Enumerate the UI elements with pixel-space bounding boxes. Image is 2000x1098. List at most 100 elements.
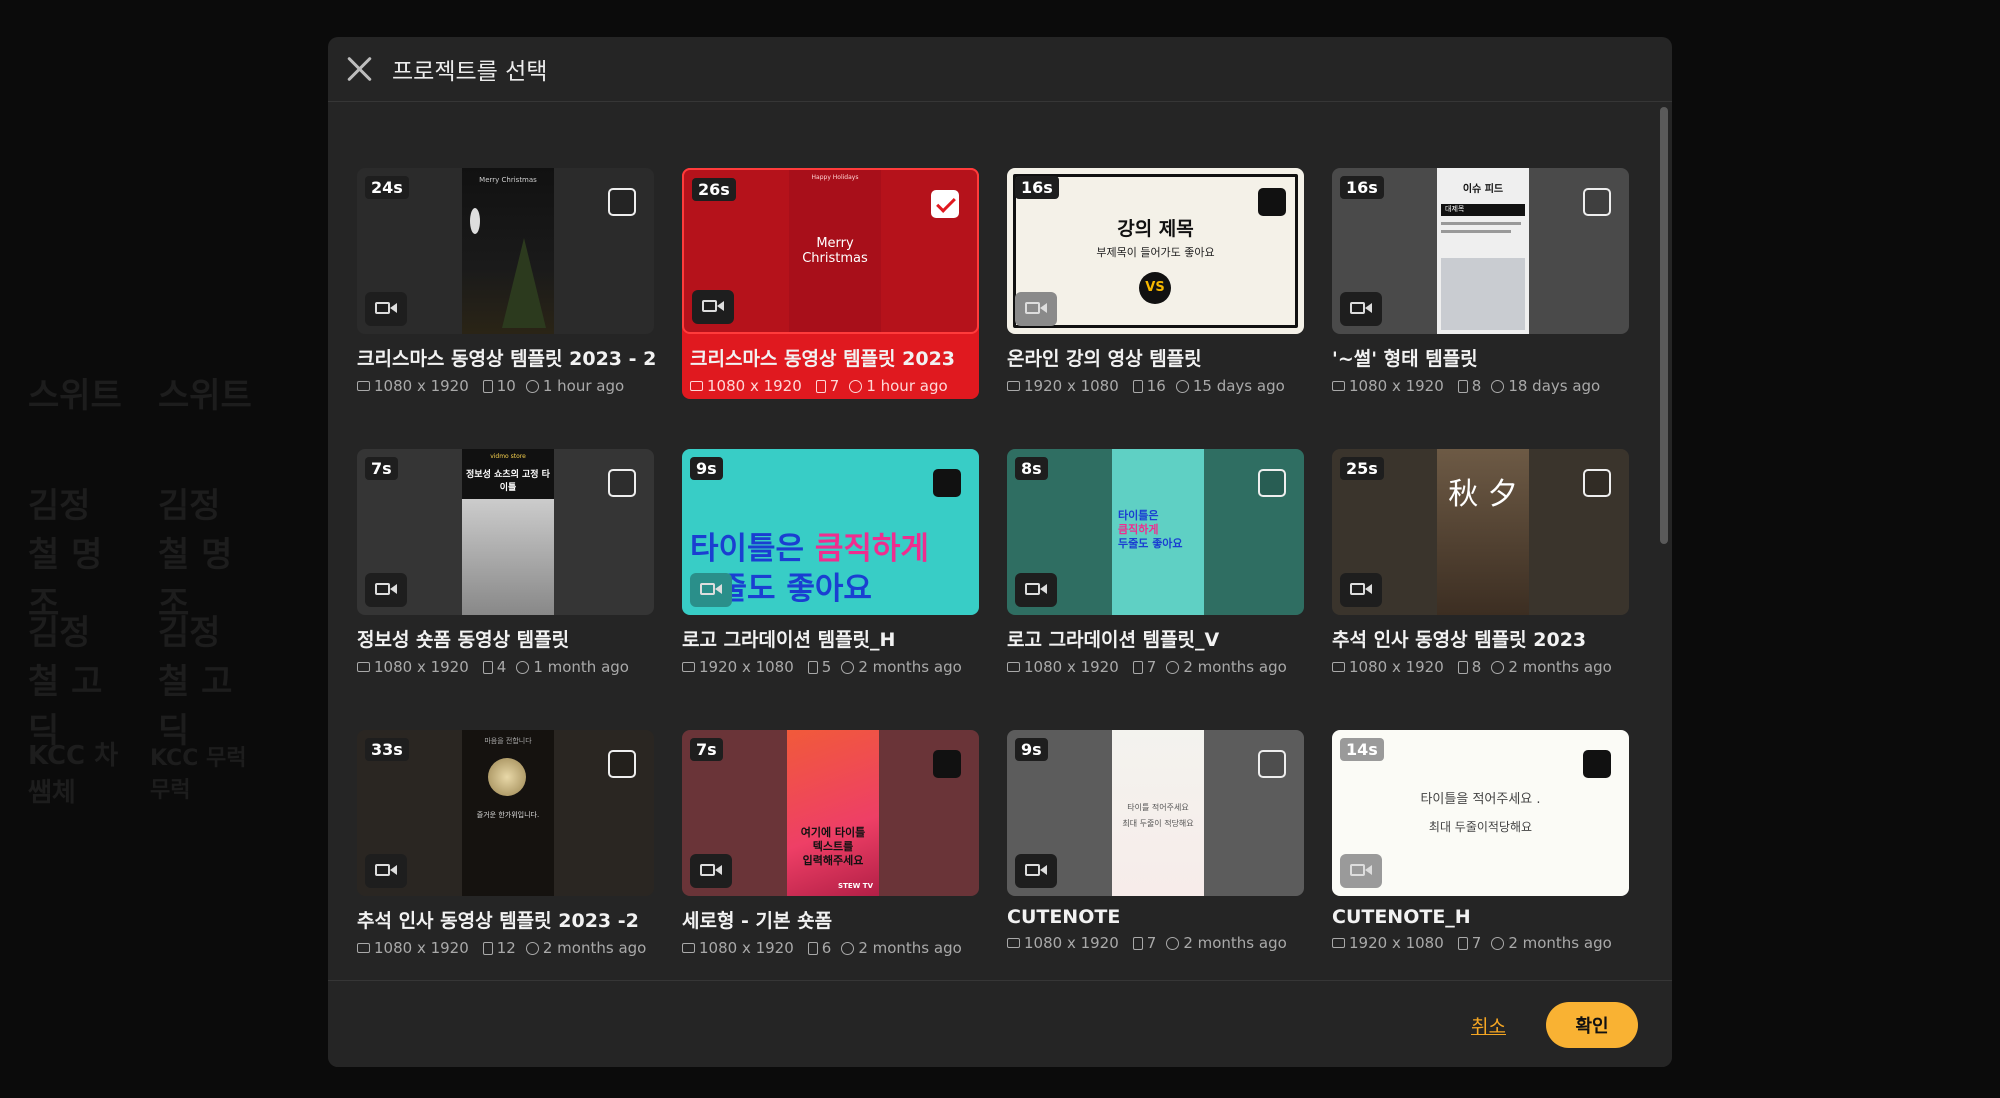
- clock-icon: [841, 941, 855, 955]
- project-updated: 18 days ago: [1508, 377, 1601, 395]
- project-name: '~썰' 형태 템플릿: [1332, 348, 1478, 370]
- project-list[interactable]: Merry Christmas 24s 크리스마스 동영상 템플릿 2023 -…: [328, 102, 1658, 980]
- project-name: 추석 인사 동영상 템플릿 2023 -2: [357, 910, 639, 932]
- duration-badge: 24s: [365, 176, 409, 199]
- project-thumbnail[interactable]: 타이틀은 큼직하게 두줄도 좋아요 9s: [682, 449, 979, 615]
- project-thumbnail[interactable]: Happy Holidays Merry Christmas 26s: [682, 168, 979, 334]
- pages-icon: [1457, 379, 1468, 393]
- project-size: 1920 x 1080: [699, 658, 794, 676]
- project-card[interactable]: 타이틀 적어주세요 최대 두줄이 적당해요 9s CUTENOTE 1080 x…: [1007, 730, 1304, 961]
- project-name: 크리스마스 동영상 템플릿 2023 - 2: [357, 348, 657, 370]
- thumb-text: 이슈 피드: [1462, 184, 1504, 195]
- select-checkbox[interactable]: [1258, 469, 1286, 497]
- project-updated: 1 hour ago: [542, 377, 625, 395]
- thumb-text: Merry Christmas: [802, 236, 868, 266]
- video-icon: [1015, 292, 1057, 326]
- clock-icon: [516, 660, 530, 674]
- project-card-selected[interactable]: Happy Holidays Merry Christmas 26s 크리스마스…: [682, 168, 979, 399]
- video-icon: [1340, 292, 1382, 326]
- project-card[interactable]: 마음을 전합니다 즐거운 한가위입니다. 33s 추석 인사 동영상 템플릿 2…: [357, 730, 654, 961]
- project-grid: Merry Christmas 24s 크리스마스 동영상 템플릿 2023 -…: [357, 168, 1629, 961]
- project-thumbnail[interactable]: 타이틀은 큼직하게 두줄도 좋아요 8s: [1007, 449, 1304, 615]
- pages-icon: [1457, 660, 1468, 674]
- duration-badge: 7s: [690, 738, 723, 761]
- project-name: 크리스마스 동영상 템플릿 2023: [690, 348, 956, 370]
- close-icon[interactable]: [346, 55, 374, 83]
- select-checkbox[interactable]: [608, 469, 636, 497]
- cancel-button[interactable]: 취소: [1471, 1012, 1506, 1039]
- thumb-text: 타이틀 적어주세요: [1127, 803, 1189, 812]
- project-card[interactable]: 여기에 타이틀 텍스트를 입력해주세요 STEW TV 7s 세로형 - 기본 …: [682, 730, 979, 961]
- clock-icon: [525, 941, 539, 955]
- project-thumbnail[interactable]: 강의 제목 부제목이 들어가도 좋아요 VS 16s: [1007, 168, 1304, 334]
- clock-icon: [1491, 660, 1505, 674]
- project-thumbnail[interactable]: 마음을 전합니다 즐거운 한가위입니다. 33s: [357, 730, 654, 896]
- select-checkbox[interactable]: [608, 750, 636, 778]
- thumb-text: Merry Christmas: [479, 176, 537, 184]
- project-pages: 4: [496, 658, 507, 676]
- video-icon: [1015, 573, 1057, 607]
- duration-badge: 16s: [1015, 176, 1059, 199]
- thumb-text: 부제목이 들어가도 좋아요: [1096, 246, 1215, 259]
- video-icon: [1015, 854, 1057, 888]
- select-checkbox[interactable]: [933, 750, 961, 778]
- project-name: 추석 인사 동영상 템플릿 2023: [1332, 629, 1587, 651]
- project-thumbnail[interactable]: Merry Christmas 24s: [357, 168, 654, 334]
- project-pages: 16: [1146, 377, 1166, 395]
- bg-font-label: 김정철 고딕: [28, 613, 103, 751]
- thumb-text: 타이틀을 적어주세요 .: [1420, 792, 1541, 807]
- project-name: 온라인 강의 영상 템플릿: [1007, 348, 1202, 370]
- modal-header: 프로젝트를 선택: [328, 37, 1672, 102]
- project-thumbnail[interactable]: 타이틀 적어주세요 최대 두줄이 적당해요 9s: [1007, 730, 1304, 896]
- select-checkbox[interactable]: [608, 188, 636, 216]
- confirm-button[interactable]: 확인: [1546, 1002, 1638, 1048]
- project-card[interactable]: 이슈 피드 대제목 16s '~썰' 형태 템플릿 1080 x 1920 8 …: [1332, 168, 1629, 399]
- project-size: 1080 x 1920: [374, 658, 469, 676]
- clock-icon: [1166, 936, 1180, 950]
- select-checkbox[interactable]: [933, 469, 961, 497]
- project-updated: 1 hour ago: [866, 377, 948, 395]
- project-card[interactable]: 秋 夕 25s 추석 인사 동영상 템플릿 2023 1080 x 1920 8…: [1332, 449, 1629, 680]
- project-meta: 1080 x 1920 8 2 months ago: [1332, 658, 1629, 676]
- thumb-text: 타이틀은 큼직하게: [690, 531, 929, 567]
- duration-badge: 8s: [1015, 457, 1048, 480]
- dimension-icon: [1007, 662, 1020, 672]
- bg-font-label: 김정철 고딕: [158, 613, 233, 751]
- select-checkbox[interactable]: [1583, 188, 1611, 216]
- project-size: 1920 x 1080: [1024, 377, 1119, 395]
- project-name: 세로형 - 기본 숏폼: [682, 910, 833, 932]
- project-card[interactable]: 강의 제목 부제목이 들어가도 좋아요 VS 16s 온라인 강의 영상 템플릿…: [1007, 168, 1304, 399]
- thumb-text: Happy Holidays: [811, 174, 859, 181]
- project-thumbnail[interactable]: 秋 夕 25s: [1332, 449, 1629, 615]
- project-meta: 1920 x 1080 16 15 days ago: [1007, 377, 1304, 395]
- project-pages: 10: [496, 377, 516, 395]
- thumb-text: 두줄도 좋아요: [1118, 537, 1183, 550]
- project-card[interactable]: 타이틀을 적어주세요 . 최대 두줄이적당해요 14s CUTENOTE_H 1…: [1332, 730, 1629, 961]
- select-checkbox[interactable]: [1583, 750, 1611, 778]
- project-card[interactable]: vidmo store 정보성 쇼츠의 고정 타이틀 7s 정보성 숏폼 동영상…: [357, 449, 654, 680]
- project-card[interactable]: 타이틀은 큼직하게 두줄도 좋아요 9s 로고 그라데이션 템플릿_H 1920…: [682, 449, 979, 680]
- select-checkbox-checked[interactable]: [931, 190, 959, 218]
- video-icon: [365, 292, 407, 326]
- select-checkbox[interactable]: [1583, 469, 1611, 497]
- duration-badge: 26s: [692, 178, 736, 201]
- project-size: 1080 x 1920: [374, 939, 469, 957]
- duration-badge: 33s: [365, 738, 409, 761]
- project-pages: 7: [1146, 934, 1157, 952]
- project-thumbnail[interactable]: 이슈 피드 대제목 16s: [1332, 168, 1629, 334]
- project-meta: 1080 x 1920 6 2 months ago: [682, 939, 979, 957]
- project-name: 로고 그라데이션 템플릿_H: [682, 629, 896, 651]
- project-thumbnail[interactable]: 여기에 타이틀 텍스트를 입력해주세요 STEW TV 7s: [682, 730, 979, 896]
- bg-font-label: KCC 차쌤체: [28, 741, 119, 808]
- project-size: 1080 x 1920: [1349, 377, 1444, 395]
- project-updated: 2 months ago: [1508, 934, 1612, 952]
- select-checkbox[interactable]: [1258, 750, 1286, 778]
- select-checkbox[interactable]: [1258, 188, 1286, 216]
- project-thumbnail[interactable]: vidmo store 정보성 쇼츠의 고정 타이틀 7s: [357, 449, 654, 615]
- thumb-text: STEW TV: [838, 882, 873, 890]
- pages-icon: [482, 941, 493, 955]
- project-card[interactable]: 타이틀은 큼직하게 두줄도 좋아요 8s 로고 그라데이션 템플릿_V 1080…: [1007, 449, 1304, 680]
- project-thumbnail[interactable]: 타이틀을 적어주세요 . 최대 두줄이적당해요 14s: [1332, 730, 1629, 896]
- scrollbar-thumb[interactable]: [1660, 107, 1668, 544]
- project-card[interactable]: Merry Christmas 24s 크리스마스 동영상 템플릿 2023 -…: [357, 168, 657, 399]
